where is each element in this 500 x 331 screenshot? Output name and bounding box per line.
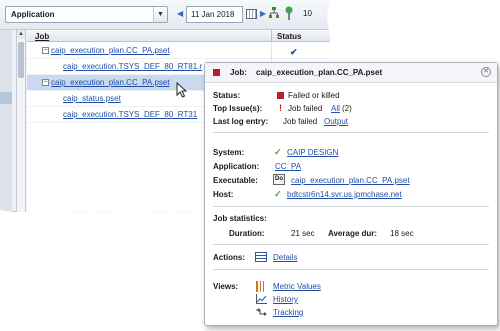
next-date-icon[interactable]: ▶ — [260, 9, 266, 18]
zoom-level: 10 — [303, 9, 312, 18]
date-input[interactable]: 11 Jan 2018 — [186, 6, 243, 23]
average-duration-value: 18 sec — [390, 229, 414, 238]
checkmark-icon: ✔ — [290, 47, 298, 57]
ok-check-icon: ✓ — [274, 189, 282, 199]
last-log-label: Last log entry: — [213, 117, 269, 126]
job-link[interactable]: caip_execution.TSYS_DEF_80_RT31 — [63, 110, 197, 119]
tracking-link[interactable]: Tracking — [273, 308, 303, 317]
system-link[interactable]: CAIP DESIGN — [287, 148, 338, 157]
top-issues-label: Top Issue(s): — [213, 104, 263, 113]
metric-values-icon[interactable] — [256, 281, 266, 292]
pin-icon[interactable] — [284, 6, 294, 21]
grid-header: Job Status — [27, 30, 330, 42]
job-statistics-label: Job statistics: — [213, 214, 267, 223]
host-label: Host: — [213, 190, 234, 199]
popup-title-job: caip_execution_plan.CC_PA.pset — [256, 68, 383, 77]
executable-label: Executable: — [213, 176, 258, 185]
duration-value: 21 sec — [291, 229, 315, 238]
status-label: Status: — [213, 91, 241, 100]
history-link[interactable]: History — [273, 295, 298, 304]
job-details-popup: Job: caip_execution_plan.CC_PA.pset ✕ St… — [204, 62, 498, 326]
duration-label: Duration: — [229, 229, 265, 238]
failed-status-icon — [213, 69, 220, 76]
hierarchy-icon[interactable] — [269, 7, 279, 20]
divider — [213, 269, 489, 270]
issues-count: (2) — [342, 104, 352, 113]
collapse-icon[interactable]: − — [42, 47, 49, 54]
metric-values-link[interactable]: Metric Values — [273, 282, 321, 291]
host-link[interactable]: bdtcstr6n14.svr.us.jpmchase.net — [287, 190, 402, 199]
average-duration-label: Average dur: — [328, 229, 378, 238]
collapse-icon[interactable]: − — [42, 79, 49, 86]
actions-label: Actions: — [213, 253, 245, 262]
popup-title-bar: Job: caip_execution_plan.CC_PA.pset ✕ — [205, 63, 497, 83]
left-gutter — [0, 30, 12, 212]
error-icon: ! — [279, 103, 282, 113]
executable-type-icon: Do — [273, 174, 285, 185]
failed-status-icon — [277, 92, 284, 99]
all-issues-link[interactable]: All — [331, 104, 340, 113]
history-chart-icon[interactable] — [256, 294, 267, 304]
application-select-value: Application — [11, 10, 55, 19]
job-link[interactable]: caip_execution_plan.CC_PA.pset — [51, 46, 170, 55]
output-link[interactable]: Output — [324, 117, 348, 126]
details-link[interactable]: Details — [273, 253, 297, 262]
scroll-up-icon[interactable]: ▲ — [17, 30, 25, 39]
chevron-down-icon[interactable]: ▼ — [153, 7, 167, 22]
job-link[interactable]: caip_execution.TSYS_DEF_80_RT81.r — [63, 62, 202, 71]
calendar-icon[interactable] — [246, 9, 257, 19]
executable-link[interactable]: caip_execution_plan.CC_PA.pset — [291, 176, 410, 185]
column-header-status[interactable]: Status — [277, 32, 301, 41]
details-icon[interactable] — [255, 252, 267, 262]
divider — [213, 206, 489, 207]
divider — [213, 132, 489, 133]
scroll-thumb[interactable] — [18, 42, 24, 78]
column-separator — [271, 30, 272, 42]
popup-title-label: Job: — [230, 68, 247, 77]
gutter-selection-marker — [0, 92, 12, 104]
column-header-job[interactable]: Job — [35, 32, 49, 41]
job-link[interactable]: caip_execution_plan.CC_PA.pset — [51, 78, 170, 87]
column-separator — [271, 43, 272, 59]
vertical-scrollbar[interactable]: ▲ — [16, 30, 26, 212]
application-link[interactable]: CC_PA — [275, 162, 301, 171]
application-select[interactable]: Application ▼ — [5, 6, 168, 23]
tracking-icon[interactable] — [255, 308, 267, 318]
ok-check-icon: ✓ — [274, 147, 282, 157]
last-log-value: Job failed — [283, 117, 318, 126]
close-icon[interactable]: ✕ — [481, 67, 491, 77]
job-link[interactable]: caip_status.pset — [63, 94, 121, 103]
views-label: Views: — [213, 282, 239, 291]
previous-date-icon[interactable]: ◀ — [177, 9, 183, 18]
mouse-cursor-icon — [176, 82, 188, 98]
table-row[interactable]: − caip_execution_plan.CC_PA.pset ✔ — [27, 43, 330, 59]
system-label: System: — [213, 148, 245, 157]
top-issues-value: Job failed — [288, 104, 323, 113]
status-value: Failed or killed — [288, 91, 340, 100]
toolbar: Application ▼ ◀ 11 Jan 2018 ▶ 10 — [0, 0, 330, 30]
application-label: Application: — [213, 162, 260, 171]
divider — [213, 244, 489, 245]
